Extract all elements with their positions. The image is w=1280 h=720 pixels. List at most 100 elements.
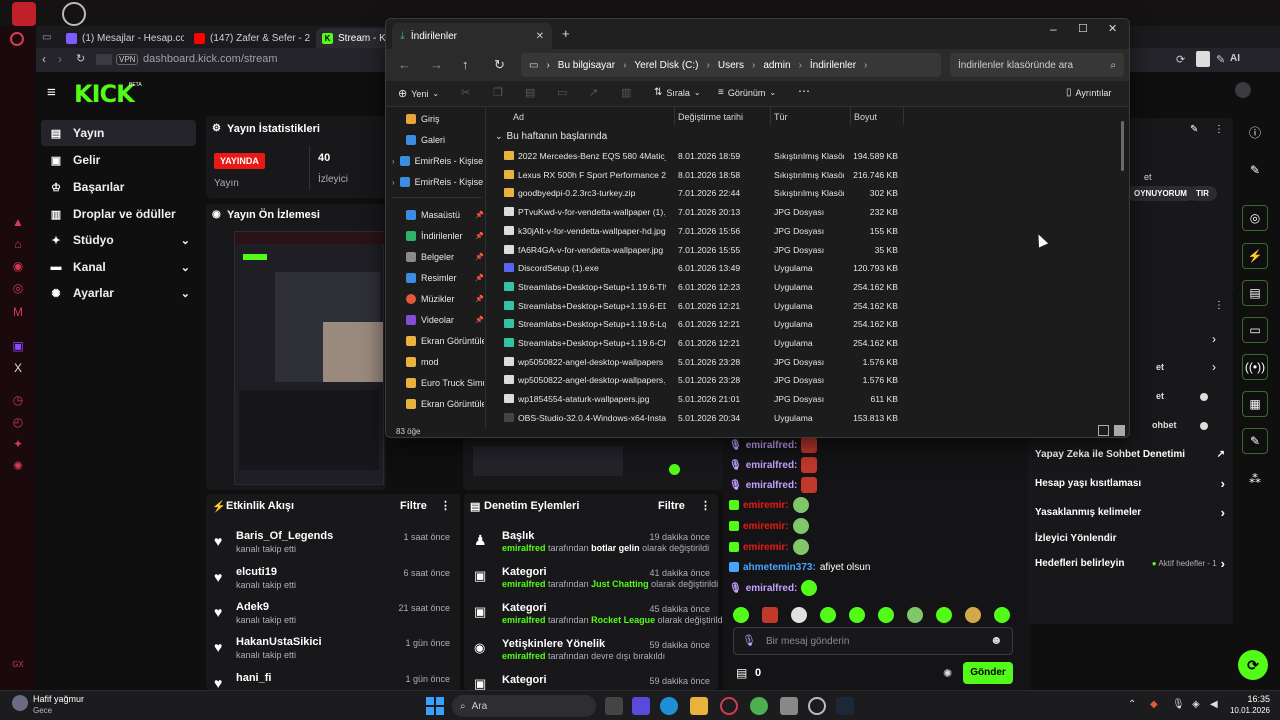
share-icon[interactable]: ✎ [1216, 53, 1225, 66]
breadcrumb[interactable]: ▭ › Bu bilgisayar › Yerel Disk (C:) › Us… [521, 53, 941, 77]
nav-basarilar[interactable]: ♔ Başarılar [41, 174, 196, 200]
apps-icon[interactable]: ⌂ [10, 236, 26, 252]
moderation-more-icon[interactable]: ⋮ [700, 499, 711, 512]
emote-icon[interactable] [965, 607, 981, 623]
extensions-icon[interactable]: ⟳ [1176, 53, 1185, 66]
file-row[interactable]: Streamlabs+Desktop+Setup+1.19.6-TI9Rt...… [491, 278, 1111, 297]
file-row[interactable]: fA6R4GA-v-for-vendetta-wallpaper.jpg 7.01… [491, 241, 1111, 260]
file-row[interactable]: Streamlabs+Desktop+Setup+1.19.6-ED1f... 6… [491, 297, 1111, 316]
instagram-icon[interactable]: ◎ [10, 280, 26, 296]
redirect-viewers-row[interactable]: İzleyici Yönlendir [1035, 527, 1225, 549]
edit-icon[interactable]: ✎ [1242, 157, 1268, 183]
clock-date[interactable]: 10.01.2026 [1226, 706, 1270, 715]
vpn-badge[interactable]: VPN [116, 54, 139, 65]
weather-title[interactable]: Hafif yağmur [33, 694, 84, 704]
emote-icon[interactable] [907, 607, 923, 623]
twitch-icon[interactable]: ▣ [10, 338, 26, 354]
age-restriction-row[interactable]: Hesap yaşı kısıtlaması › [1035, 472, 1225, 494]
lightning-icon[interactable]: ⚡ [1242, 243, 1268, 269]
nav-gelir[interactable]: ▣ Gelir [41, 147, 196, 173]
paste-icon[interactable]: ▤ [525, 86, 535, 99]
nav-pane-item[interactable]: Resimler 📌 [392, 268, 484, 288]
column-date[interactable]: Değiştirme tarihi [678, 112, 743, 122]
more-options-icon[interactable]: ⋯ [798, 84, 810, 98]
goals-row[interactable]: Hedefleri belirleyin ● Aktif hedefler - 1… [1035, 552, 1225, 574]
emote-icon[interactable] [733, 607, 749, 623]
steam-icon[interactable] [836, 697, 854, 715]
stream-preview-video[interactable] [234, 231, 385, 485]
hamburger-menu-icon[interactable]: ≡ [47, 84, 56, 101]
more-icon[interactable]: ⋮ [1214, 124, 1224, 135]
chevron-right-icon[interactable]: › [1212, 360, 1216, 374]
camera-icon[interactable]: ◎ [1242, 205, 1268, 231]
edit-icon[interactable]: ✎ [1190, 124, 1198, 135]
emote-icon[interactable] [762, 607, 778, 623]
nav-pane-item[interactable]: Belgeler 📌 [392, 247, 484, 267]
sort-button[interactable]: ⇅ Sırala ⌄ [654, 87, 701, 98]
chrome-icon[interactable] [750, 697, 768, 715]
minimize-icon[interactable]: – [1050, 22, 1057, 36]
rename-icon[interactable]: ▭ [557, 86, 567, 99]
chevron-right-icon[interactable]: › [1212, 332, 1216, 346]
emote-icon[interactable] [994, 607, 1010, 623]
ai-icon[interactable]: ▲ [10, 214, 26, 230]
volume-icon[interactable]: ◀ [1210, 699, 1218, 710]
column-type[interactable]: Tür [774, 112, 788, 122]
file-row[interactable]: PTvuKwd-v-for-vendetta-wallpaper (1).jpg… [491, 203, 1111, 222]
activity-more-icon[interactable]: ⋮ [440, 499, 451, 512]
search-input[interactable]: İndirilenler klasöründe ara ⌕ [950, 53, 1124, 77]
tray-expand-icon[interactable]: ⌃ [1128, 699, 1136, 710]
file-row[interactable]: DiscordSetup (1).exe 6.01.2026 13:49 Uygul… [491, 259, 1111, 278]
history-icon[interactable]: ◷ [10, 392, 26, 408]
nav-pane-item[interactable]: İndirilenler 📌 [392, 226, 484, 246]
x-icon[interactable]: X [10, 360, 26, 376]
chat-input[interactable]: 🎙 Bir mesaj gönderin ☻ [733, 627, 1013, 655]
kick-logo[interactable]: KICK [74, 80, 135, 108]
cut-icon[interactable]: ✂ [461, 86, 470, 99]
file-row[interactable]: wp5050822-angel-desktop-wallpapers (1)..… [491, 353, 1111, 372]
opera-taskbar-icon[interactable] [720, 697, 738, 715]
column-size[interactable]: Boyut [854, 112, 877, 122]
nav-pane-item[interactable]: Videolar 📌 [392, 310, 484, 330]
avatar[interactable] [1235, 82, 1251, 98]
emote-icon[interactable] [878, 607, 894, 623]
app-taskbar-icon[interactable] [780, 697, 798, 715]
nav-droplar[interactable]: ▥ Droplar ve ödüller [41, 201, 196, 227]
refresh-icon[interactable]: ↻ [494, 57, 505, 73]
tray-app-icon[interactable]: ◆ [1150, 699, 1158, 710]
tab-menu-icon[interactable]: ▭ [42, 32, 51, 43]
wrench-icon[interactable]: ✎ [1242, 428, 1268, 454]
nav-kanal[interactable]: ▬ Kanal ⌄ [41, 254, 196, 280]
broadcast-icon[interactable]: ((•)) [1242, 354, 1268, 380]
tab-messages[interactable]: (1) Mesajlar - Hesap.com.t [60, 28, 184, 48]
pdf-app-icon[interactable] [12, 2, 36, 26]
more-icon[interactable]: ⋮ [1214, 300, 1224, 311]
close-icon[interactable]: ✕ [1108, 22, 1117, 35]
url-text[interactable]: dashboard.kick.com/stream [143, 53, 278, 65]
speed-dial-icon[interactable] [96, 54, 112, 65]
reload-icon[interactable]: ↻ [76, 52, 85, 65]
tab-kick-stream[interactable]: K Stream - Kick [316, 28, 388, 48]
file-explorer-taskbar-icon[interactable] [690, 697, 708, 715]
group-header[interactable]: ⌄ Bu haftanın başlarında [495, 131, 607, 142]
clock-time[interactable]: 16:35 [1236, 694, 1270, 704]
nav-pane-item[interactable]: Müzikler 📌 [392, 289, 484, 309]
microphone-icon[interactable]: 🎙 [1172, 699, 1185, 710]
layout-icon[interactable]: ▦ [1242, 391, 1268, 417]
settings-icon[interactable]: ✺ [10, 458, 26, 474]
share-icon[interactable]: ↗ [589, 86, 598, 99]
forward-icon[interactable]: → [430, 57, 443, 72]
emote-icon[interactable] [936, 607, 952, 623]
nav-ayarlar[interactable]: ✺ Ayarlar ⌄ [41, 280, 196, 306]
file-row[interactable]: wp5050822-angel-desktop-wallpapers.jpg 5.… [491, 371, 1111, 390]
file-row[interactable]: Streamlabs+Desktop+Setup+1.19.6-Chkr... 6… [491, 334, 1111, 353]
file-row[interactable]: goodbyedpi-0.2.3rc3-turkey.zip 7.01.2026 … [491, 184, 1111, 203]
file-row[interactable]: Lexus RX 500h F Sport Performance 2024_.… [491, 166, 1111, 185]
messenger-icon[interactable]: ◉ [10, 258, 26, 274]
weather-icon[interactable] [12, 695, 28, 711]
tab-youtube[interactable]: (147) Zafer & Sefer - 2 [188, 28, 312, 48]
back-icon[interactable]: ← [398, 57, 411, 72]
music-icon[interactable]: M [10, 304, 26, 320]
delete-icon[interactable]: ▥ [621, 86, 631, 99]
nav-pane-item[interactable]: Giriş [392, 109, 484, 129]
